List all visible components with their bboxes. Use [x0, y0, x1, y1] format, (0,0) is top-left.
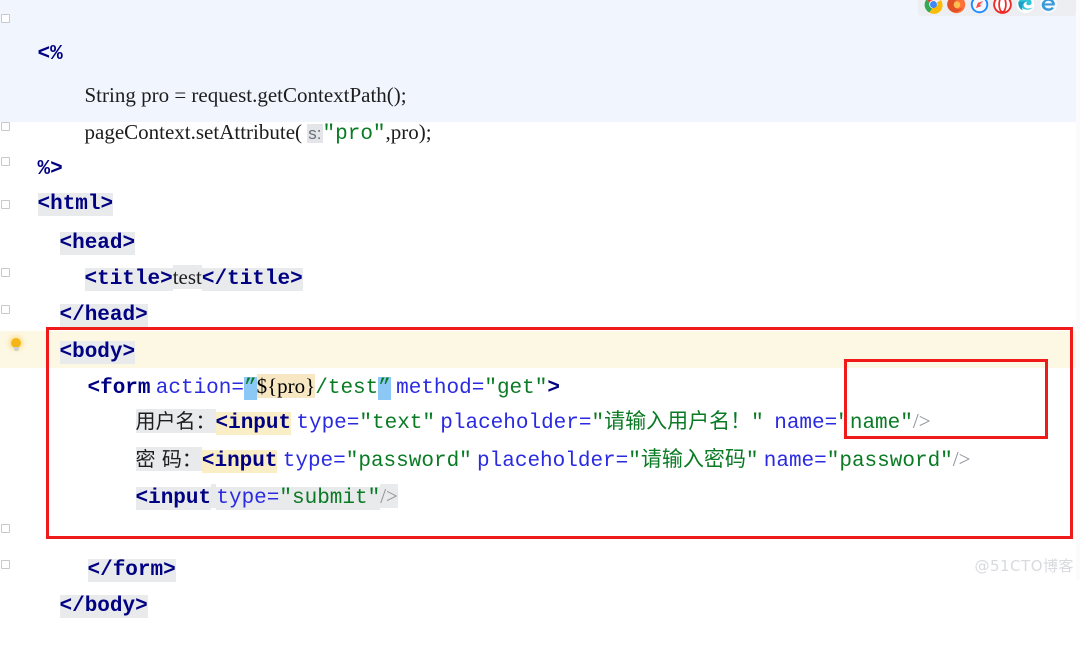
- input-type-attr: type=: [216, 487, 280, 510]
- edge-icon[interactable]: [1016, 0, 1035, 14]
- code-line: </form>: [0, 514, 1080, 582]
- self-close-token: />: [380, 484, 398, 508]
- code-line: <title>test</title>: [0, 223, 1080, 291]
- code-line: String pro = request.getContextPath();: [0, 41, 1080, 107]
- code-surface[interactable]: <% String pro = request.getContextPath()…: [0, 0, 1080, 618]
- code-line: <body>: [0, 296, 1080, 364]
- code-line: </head>: [0, 259, 1080, 327]
- code-line: <html>: [0, 148, 1080, 216]
- watermark: @51CTO博客: [974, 557, 1074, 575]
- code-line: 用户名：<input type="text" placeholder="请输入用…: [0, 367, 1080, 435]
- firefox-icon[interactable]: [947, 0, 966, 14]
- browser-launch-toolbar[interactable]: [918, 0, 1076, 16]
- code-line: <input type="submit"/>: [0, 442, 1080, 510]
- code-line: %>: [0, 113, 1080, 181]
- code-line: 密 码：<input type="password" placeholder="…: [0, 405, 1080, 473]
- safari-icon[interactable]: [970, 0, 989, 14]
- code-line: <head>: [0, 187, 1080, 255]
- body-close-tag: </body>: [59, 595, 148, 618]
- code-line: pageContext.setAttribute( s:"pro",pro);: [0, 78, 1080, 146]
- code-line: </body>: [0, 550, 1080, 618]
- chrome-icon[interactable]: [924, 0, 943, 14]
- opera-icon[interactable]: [993, 0, 1012, 14]
- input-type-value: "submit": [279, 487, 381, 510]
- code-line: <form action=”${pro}/test” method="get">: [0, 332, 1080, 400]
- input-open-tag: <input: [135, 487, 212, 510]
- ie-icon[interactable]: [1039, 0, 1058, 14]
- code-editor[interactable]: <% String pro = request.getContextPath()…: [0, 0, 1080, 618]
